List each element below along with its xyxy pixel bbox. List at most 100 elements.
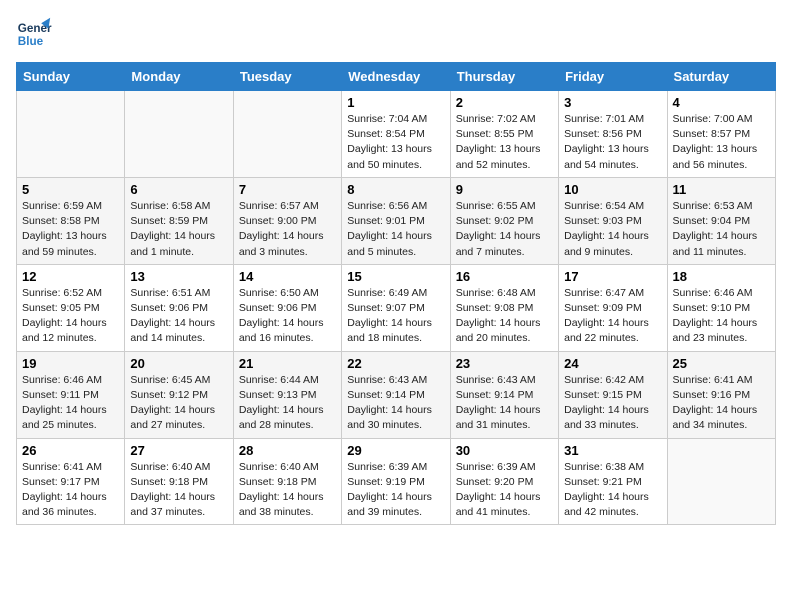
day-number: 2 (456, 95, 553, 110)
calendar-cell: 28Sunrise: 6:40 AM Sunset: 9:18 PM Dayli… (233, 438, 341, 525)
calendar-cell: 1 Sunrise: 7:04 AM Sunset: 8:54 PM Daylig… (342, 91, 450, 178)
day-info: Sunrise: 6:59 AM Sunset: 8:58 PM Dayligh… (22, 199, 119, 260)
calendar-cell: 29 Sunrise: 6:39 AM Sunset: 9:19 PM Dayli… (342, 438, 450, 525)
day-number: 23 (456, 356, 553, 371)
day-info: Sunrise: 6:40 AM Sunset: 9:18 PM Dayligh… (130, 460, 227, 521)
day-info: Sunrise: 6:39 AM Sunset: 9:20 PM Dayligh… (456, 460, 553, 521)
calendar-cell: 16 Sunrise: 6:48 AM Sunset: 9:08 PM Dayli… (450, 264, 558, 351)
day-number: 7 (239, 182, 336, 197)
svg-text:Blue: Blue (18, 35, 44, 48)
day-info: Sunrise: 6:44 AM Sunset: 9:13 PM Dayligh… (239, 373, 336, 434)
calendar-cell: 5 Sunrise: 6:59 AM Sunset: 8:58 PM Daylig… (17, 177, 125, 264)
calendar-cell: 10 Sunrise: 6:54 AM Sunset: 9:03 PM Dayli… (559, 177, 667, 264)
day-info: Sunrise: 6:54 AM Sunset: 9:03 PM Dayligh… (564, 199, 661, 260)
calendar-cell: 7 Sunrise: 6:57 AM Sunset: 9:00 PM Daylig… (233, 177, 341, 264)
calendar-cell: 3Sunrise: 7:01 AM Sunset: 8:56 PM Daylig… (559, 91, 667, 178)
day-info: Sunrise: 6:48 AM Sunset: 9:08 PM Dayligh… (456, 286, 553, 347)
calendar-cell: 17 Sunrise: 6:47 AM Sunset: 9:09 PM Dayli… (559, 264, 667, 351)
day-info: Sunrise: 6:52 AM Sunset: 9:05 PM Dayligh… (22, 286, 119, 347)
day-number: 5 (22, 182, 119, 197)
day-info: Sunrise: 7:04 AM Sunset: 8:54 PM Dayligh… (347, 112, 444, 173)
day-info: Sunrise: 6:50 AM Sunset: 9:06 PM Dayligh… (239, 286, 336, 347)
calendar-cell: 26 Sunrise: 6:41 AM Sunset: 9:17 PM Dayli… (17, 438, 125, 525)
day-number: 16 (456, 269, 553, 284)
calendar-cell: 31Sunrise: 6:38 AM Sunset: 9:21 PM Dayli… (559, 438, 667, 525)
calendar-cell: 27Sunrise: 6:40 AM Sunset: 9:18 PM Dayli… (125, 438, 233, 525)
day-number: 1 (347, 95, 444, 110)
day-number: 8 (347, 182, 444, 197)
calendar-week-4: 19 Sunrise: 6:46 AM Sunset: 9:11 PM Dayli… (17, 351, 776, 438)
day-info: Sunrise: 6:38 AM Sunset: 9:21 PM Dayligh… (564, 460, 661, 521)
day-number: 14 (239, 269, 336, 284)
calendar-cell: 25 Sunrise: 6:41 AM Sunset: 9:16 PM Dayli… (667, 351, 775, 438)
logo-icon: General Blue (16, 16, 52, 52)
day-info: Sunrise: 6:57 AM Sunset: 9:00 PM Dayligh… (239, 199, 336, 260)
day-info: Sunrise: 6:53 AM Sunset: 9:04 PM Dayligh… (673, 199, 770, 260)
day-number: 30 (456, 443, 553, 458)
weekday-header-friday: Friday (559, 63, 667, 91)
day-number: 22 (347, 356, 444, 371)
day-info: Sunrise: 6:49 AM Sunset: 9:07 PM Dayligh… (347, 286, 444, 347)
day-info: Sunrise: 6:58 AM Sunset: 8:59 PM Dayligh… (130, 199, 227, 260)
weekday-header-tuesday: Tuesday (233, 63, 341, 91)
calendar-cell: 4Sunrise: 7:00 AM Sunset: 8:57 PM Daylig… (667, 91, 775, 178)
calendar-cell (667, 438, 775, 525)
page-header: General Blue (16, 16, 776, 52)
day-number: 12 (22, 269, 119, 284)
calendar-cell: 19 Sunrise: 6:46 AM Sunset: 9:11 PM Dayli… (17, 351, 125, 438)
day-info: Sunrise: 6:43 AM Sunset: 9:14 PM Dayligh… (347, 373, 444, 434)
calendar-cell: 9Sunrise: 6:55 AM Sunset: 9:02 PM Daylig… (450, 177, 558, 264)
day-info: Sunrise: 6:39 AM Sunset: 9:19 PM Dayligh… (347, 460, 444, 521)
weekday-header-sunday: Sunday (17, 63, 125, 91)
calendar-week-5: 26 Sunrise: 6:41 AM Sunset: 9:17 PM Dayli… (17, 438, 776, 525)
calendar-week-1: 1 Sunrise: 7:04 AM Sunset: 8:54 PM Daylig… (17, 91, 776, 178)
day-info: Sunrise: 7:00 AM Sunset: 8:57 PM Dayligh… (673, 112, 770, 173)
day-info: Sunrise: 6:56 AM Sunset: 9:01 PM Dayligh… (347, 199, 444, 260)
calendar-cell (125, 91, 233, 178)
day-info: Sunrise: 6:46 AM Sunset: 9:11 PM Dayligh… (22, 373, 119, 434)
day-number: 18 (673, 269, 770, 284)
calendar-cell: 20 Sunrise: 6:45 AM Sunset: 9:12 PM Dayli… (125, 351, 233, 438)
day-info: Sunrise: 6:41 AM Sunset: 9:17 PM Dayligh… (22, 460, 119, 521)
day-number: 11 (673, 182, 770, 197)
calendar-week-3: 12 Sunrise: 6:52 AM Sunset: 9:05 PM Dayli… (17, 264, 776, 351)
calendar-cell: 24 Sunrise: 6:42 AM Sunset: 9:15 PM Dayli… (559, 351, 667, 438)
calendar-cell: 6 Sunrise: 6:58 AM Sunset: 8:59 PM Daylig… (125, 177, 233, 264)
day-number: 3 (564, 95, 661, 110)
logo: General Blue (16, 16, 56, 52)
calendar-cell: 15 Sunrise: 6:49 AM Sunset: 9:07 PM Dayli… (342, 264, 450, 351)
day-number: 21 (239, 356, 336, 371)
day-number: 13 (130, 269, 227, 284)
day-number: 20 (130, 356, 227, 371)
day-number: 6 (130, 182, 227, 197)
day-info: Sunrise: 6:55 AM Sunset: 9:02 PM Dayligh… (456, 199, 553, 260)
weekday-header-thursday: Thursday (450, 63, 558, 91)
day-info: Sunrise: 6:42 AM Sunset: 9:15 PM Dayligh… (564, 373, 661, 434)
weekday-header-monday: Monday (125, 63, 233, 91)
calendar-header-row: SundayMondayTuesdayWednesdayThursdayFrid… (17, 63, 776, 91)
calendar-cell: 23 Sunrise: 6:43 AM Sunset: 9:14 PM Dayli… (450, 351, 558, 438)
calendar-cell: 12 Sunrise: 6:52 AM Sunset: 9:05 PM Dayli… (17, 264, 125, 351)
day-number: 15 (347, 269, 444, 284)
day-info: Sunrise: 6:43 AM Sunset: 9:14 PM Dayligh… (456, 373, 553, 434)
day-info: Sunrise: 6:41 AM Sunset: 9:16 PM Dayligh… (673, 373, 770, 434)
calendar-cell (17, 91, 125, 178)
day-number: 10 (564, 182, 661, 197)
calendar-cell: 30 Sunrise: 6:39 AM Sunset: 9:20 PM Dayli… (450, 438, 558, 525)
day-info: Sunrise: 6:51 AM Sunset: 9:06 PM Dayligh… (130, 286, 227, 347)
day-number: 26 (22, 443, 119, 458)
day-info: Sunrise: 6:45 AM Sunset: 9:12 PM Dayligh… (130, 373, 227, 434)
calendar-cell: 8 Sunrise: 6:56 AM Sunset: 9:01 PM Daylig… (342, 177, 450, 264)
calendar-cell (233, 91, 341, 178)
calendar-cell: 2Sunrise: 7:02 AM Sunset: 8:55 PM Daylig… (450, 91, 558, 178)
day-number: 17 (564, 269, 661, 284)
day-number: 25 (673, 356, 770, 371)
day-number: 24 (564, 356, 661, 371)
day-number: 28 (239, 443, 336, 458)
day-info: Sunrise: 6:47 AM Sunset: 9:09 PM Dayligh… (564, 286, 661, 347)
calendar-cell: 22 Sunrise: 6:43 AM Sunset: 9:14 PM Dayli… (342, 351, 450, 438)
weekday-header-wednesday: Wednesday (342, 63, 450, 91)
day-number: 19 (22, 356, 119, 371)
calendar-week-2: 5 Sunrise: 6:59 AM Sunset: 8:58 PM Daylig… (17, 177, 776, 264)
day-number: 29 (347, 443, 444, 458)
